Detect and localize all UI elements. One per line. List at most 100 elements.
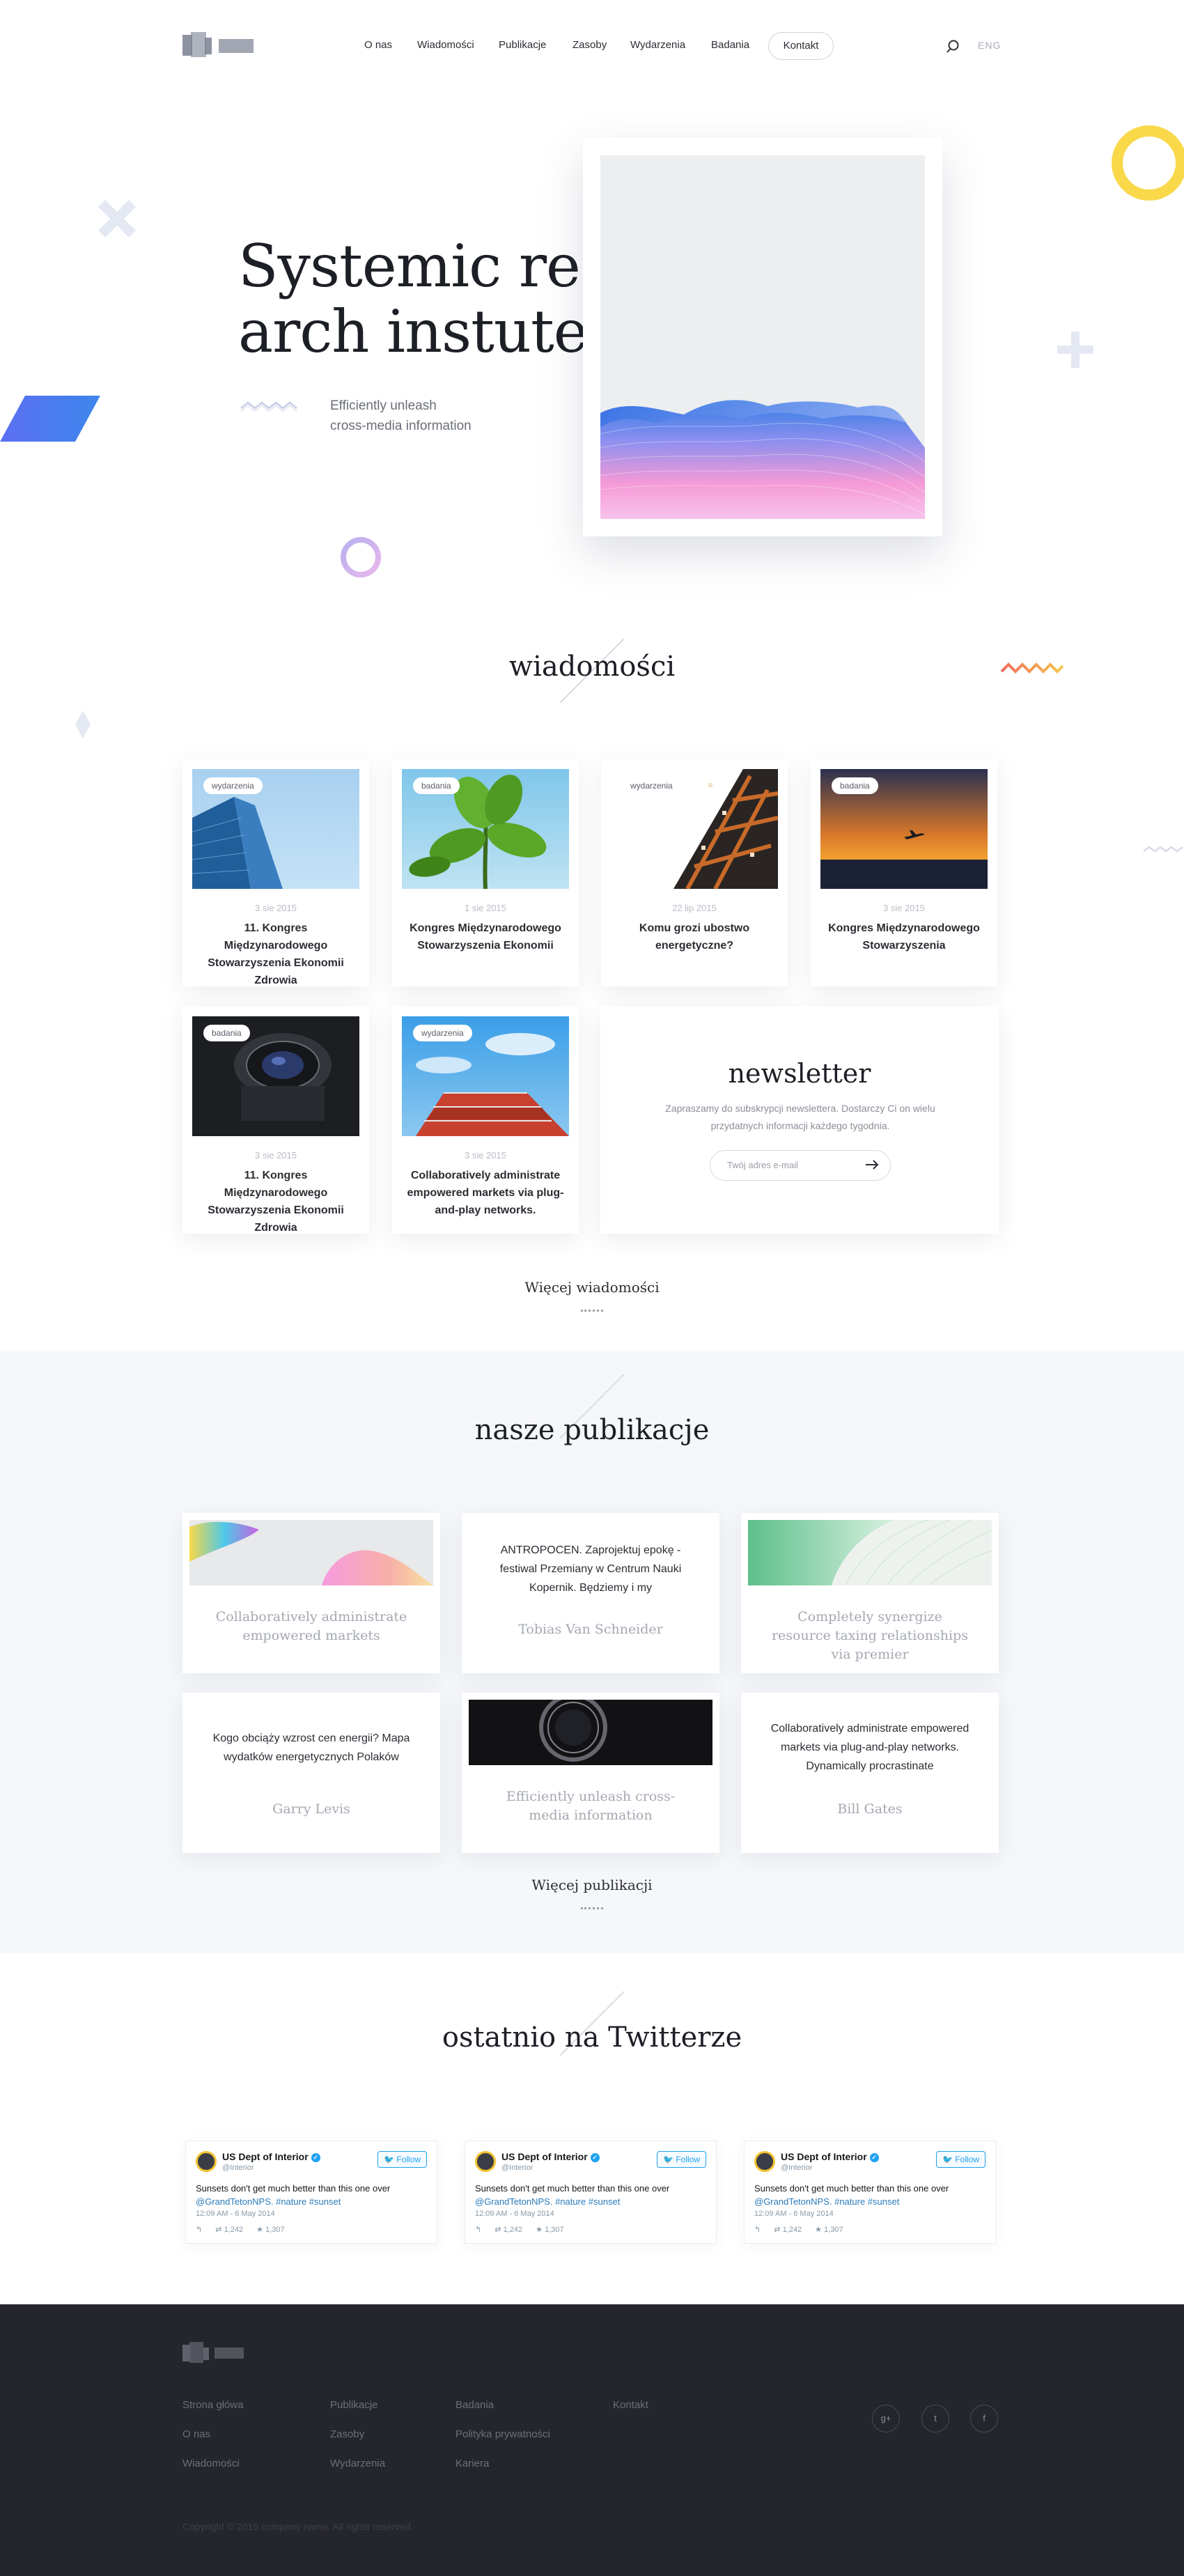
footer-link-resources[interactable]: Zasoby [330, 2428, 364, 2440]
more-publications-link[interactable]: Więcej publikacji [0, 1877, 1184, 1893]
news-card-image: wydarzenia [402, 1016, 569, 1136]
facebook-icon[interactable]: f [970, 2405, 998, 2433]
tweet-follow-button[interactable]: 🐦 Follow [936, 2151, 986, 2168]
footer-link-research[interactable]: Badania [455, 2399, 494, 2411]
footer-link-publications[interactable]: Publikacje [330, 2399, 377, 2411]
news-card-title[interactable]: 11. Kongres Międzynarodowego Stowarzysze… [192, 920, 359, 989]
retweet-icon[interactable]: ⇄ 1,242 [494, 2226, 522, 2234]
footer-logo[interactable] [182, 2342, 247, 2364]
tweet-timestamp[interactable]: 12:09 AM - 6 May 2014 [754, 2210, 834, 2218]
tweet-timestamp[interactable]: 12:09 AM - 6 May 2014 [475, 2210, 554, 2218]
footer-link-career[interactable]: Kariera [455, 2458, 489, 2469]
site-logo[interactable] [182, 32, 256, 60]
news-card-title[interactable]: Kongres Międzynarodowego Stowarzyszenia … [402, 920, 569, 954]
tweet-author-name[interactable]: US Dept of Interior ✓ [222, 2151, 320, 2162]
nav-item-o-nas[interactable]: O nas [364, 39, 392, 51]
news-card-title[interactable]: 11. Kongres Międzynarodowego Stowarzysze… [192, 1167, 359, 1236]
nav-item-publikacje[interactable]: Publikacje [499, 39, 546, 51]
news-card-date: 3 sie 2015 [255, 903, 297, 913]
tweet-links[interactable]: @GrandTetonNPS. #nature #sunset [196, 2195, 430, 2208]
retweet-icon[interactable]: ⇄ 1,242 [774, 2226, 802, 2234]
tweet-card[interactable]: US Dept of Interior ✓ @Interior 🐦 Follow … [744, 2141, 996, 2244]
zigzag-decoration [1000, 662, 1064, 674]
reply-icon[interactable]: ↰ [196, 2226, 202, 2234]
news-card[interactable]: badania 1 sie 2015 Kongres Międzynarodow… [392, 759, 579, 986]
tweet-author-handle[interactable]: @Interior [501, 2164, 533, 2172]
nav-item-wydarzenia[interactable]: Wydarzenia [630, 39, 685, 51]
footer-link-contact[interactable]: Kontakt [613, 2399, 648, 2411]
footer-link-news[interactable]: Wiadomości [182, 2458, 240, 2469]
publication-card[interactable]: Collaboratively administrate empowered m… [741, 1693, 999, 1853]
footer-link-events[interactable]: Wydarzenia [330, 2458, 385, 2469]
reply-icon[interactable]: ↰ [475, 2226, 481, 2234]
news-card-badge[interactable]: wydarzenia [622, 777, 681, 794]
publication-title: ANTROPOCEN. Zaprojektuj epokę - festiwal… [499, 1544, 682, 1594]
news-card-title[interactable]: Komu grozi ubostwo energetyczne? [611, 920, 778, 954]
tweet-card[interactable]: US Dept of Interior ✓ @Interior 🐦 Follow … [465, 2141, 717, 2244]
tweet-avatar[interactable] [475, 2151, 496, 2172]
news-card[interactable]: wydarzenia 3 sie 2015 Collaboratively ad… [392, 1007, 579, 1234]
favorite-icon[interactable]: ★ 1,307 [815, 2226, 843, 2234]
tweet-follow-button[interactable]: 🐦 Follow [657, 2151, 706, 2168]
tweet-author-handle[interactable]: @Interior [781, 2164, 812, 2172]
favorite-icon[interactable]: ★ 1,307 [536, 2226, 563, 2234]
contact-button[interactable]: Kontakt [768, 32, 834, 60]
news-card-badge[interactable]: badania [203, 1025, 250, 1041]
publication-card[interactable]: Kogo obciąży wzrost cen energii? Mapa wy… [182, 1693, 440, 1853]
tweet-links[interactable]: @GrandTetonNPS. #nature #sunset [475, 2195, 709, 2208]
news-card-badge[interactable]: wydarzenia [203, 777, 263, 794]
tweet-links[interactable]: @GrandTetonNPS. #nature #sunset [754, 2195, 988, 2208]
google-plus-icon[interactable]: g+ [872, 2405, 900, 2433]
publication-card[interactable]: Completely synergize resource taxing rel… [741, 1513, 999, 1673]
publication-title: Completely synergize resource taxing rel… [771, 1609, 969, 1662]
newsletter-email-input[interactable]: Twój adres e-mail [710, 1150, 891, 1181]
yellow-ring-decoration [1112, 125, 1184, 201]
publication-card[interactable]: ANTROPOCEN. Zaprojektuj epokę - festiwal… [462, 1513, 719, 1673]
more-publications-dots [581, 1907, 603, 1909]
search-icon[interactable] [946, 39, 960, 54]
tweet-author-name[interactable]: US Dept of Interior ✓ [501, 2151, 600, 2162]
news-card-badge[interactable]: badania [832, 777, 878, 794]
twitter-icon[interactable]: t [921, 2405, 949, 2433]
favorite-icon[interactable]: ★ 1,307 [256, 2226, 284, 2234]
publication-image [189, 1520, 433, 1585]
publication-title: Kogo obciąży wzrost cen energii? Mapa wy… [212, 1732, 410, 1763]
tweet-card[interactable]: US Dept of Interior ✓ @Interior 🐦 Follow … [185, 2141, 437, 2244]
publication-card[interactable]: Collaboratively administrate empowered m… [182, 1513, 440, 1673]
news-card[interactable]: badania 3 sie 2015 11. Kongres Międzynar… [182, 1007, 369, 1234]
news-card[interactable]: wydarzenia 3 sie 2015 11. Kongres Między… [182, 759, 369, 986]
nav-item-wiadomosci[interactable]: Wiadomości [417, 39, 474, 51]
footer-link-about[interactable]: O nas [182, 2428, 210, 2440]
news-card-image: wydarzenia [192, 769, 359, 889]
tweet-timestamp[interactable]: 12:09 AM - 6 May 2014 [196, 2210, 275, 2218]
tweet-avatar[interactable] [754, 2151, 775, 2172]
news-card[interactable]: wydarzenia 22 lip 2015 Komu grozi ubostw… [601, 759, 788, 986]
news-card-badge[interactable]: badania [413, 777, 460, 794]
news-card-title[interactable]: Collaboratively administrate empowered m… [402, 1167, 569, 1219]
news-card-image: badania [402, 769, 569, 889]
nav-item-badania[interactable]: Badania [711, 39, 749, 51]
news-card-badge[interactable]: wydarzenia [413, 1025, 472, 1041]
twitter-bird-icon: 🐦 [384, 2155, 397, 2164]
news-card[interactable]: badania 3 sie 2015 Kongres Międzynarodow… [811, 759, 997, 986]
verified-icon: ✓ [311, 2153, 320, 2162]
tweet-follow-button[interactable]: 🐦 Follow [377, 2151, 427, 2168]
publication-title: Collaboratively administrate empowered m… [215, 1609, 407, 1643]
twitter-section-title: ostatnio na Twitterze [442, 2022, 742, 2054]
arrow-right-icon[interactable] [865, 1159, 879, 1170]
footer-link-privacy[interactable]: Polityka prywatności [455, 2428, 550, 2440]
retweet-icon[interactable]: ⇄ 1,242 [215, 2226, 243, 2234]
news-card-title[interactable]: Kongres Międzynarodowego Stowarzyszenia [820, 920, 988, 954]
tweet-author-handle[interactable]: @Interior [222, 2164, 254, 2172]
tweet-avatar[interactable] [196, 2151, 217, 2172]
nav-item-zasoby[interactable]: Zasoby [572, 39, 607, 51]
publication-title: Efficiently unleash cross-media informat… [506, 1789, 676, 1823]
reply-icon[interactable]: ↰ [754, 2226, 761, 2234]
language-switch[interactable]: ENG [978, 40, 1001, 51]
publication-card[interactable]: Efficiently unleash cross-media informat… [462, 1693, 719, 1853]
hero-subtitle-line-1: Efficiently unleash [330, 398, 437, 413]
tweet-author-name[interactable]: US Dept of Interior ✓ [781, 2151, 879, 2162]
more-news-link[interactable]: Więcej wiadomości [0, 1279, 1184, 1296]
news-card-date: 3 sie 2015 [255, 1150, 297, 1161]
footer-link-home[interactable]: Strona główa [182, 2399, 244, 2411]
